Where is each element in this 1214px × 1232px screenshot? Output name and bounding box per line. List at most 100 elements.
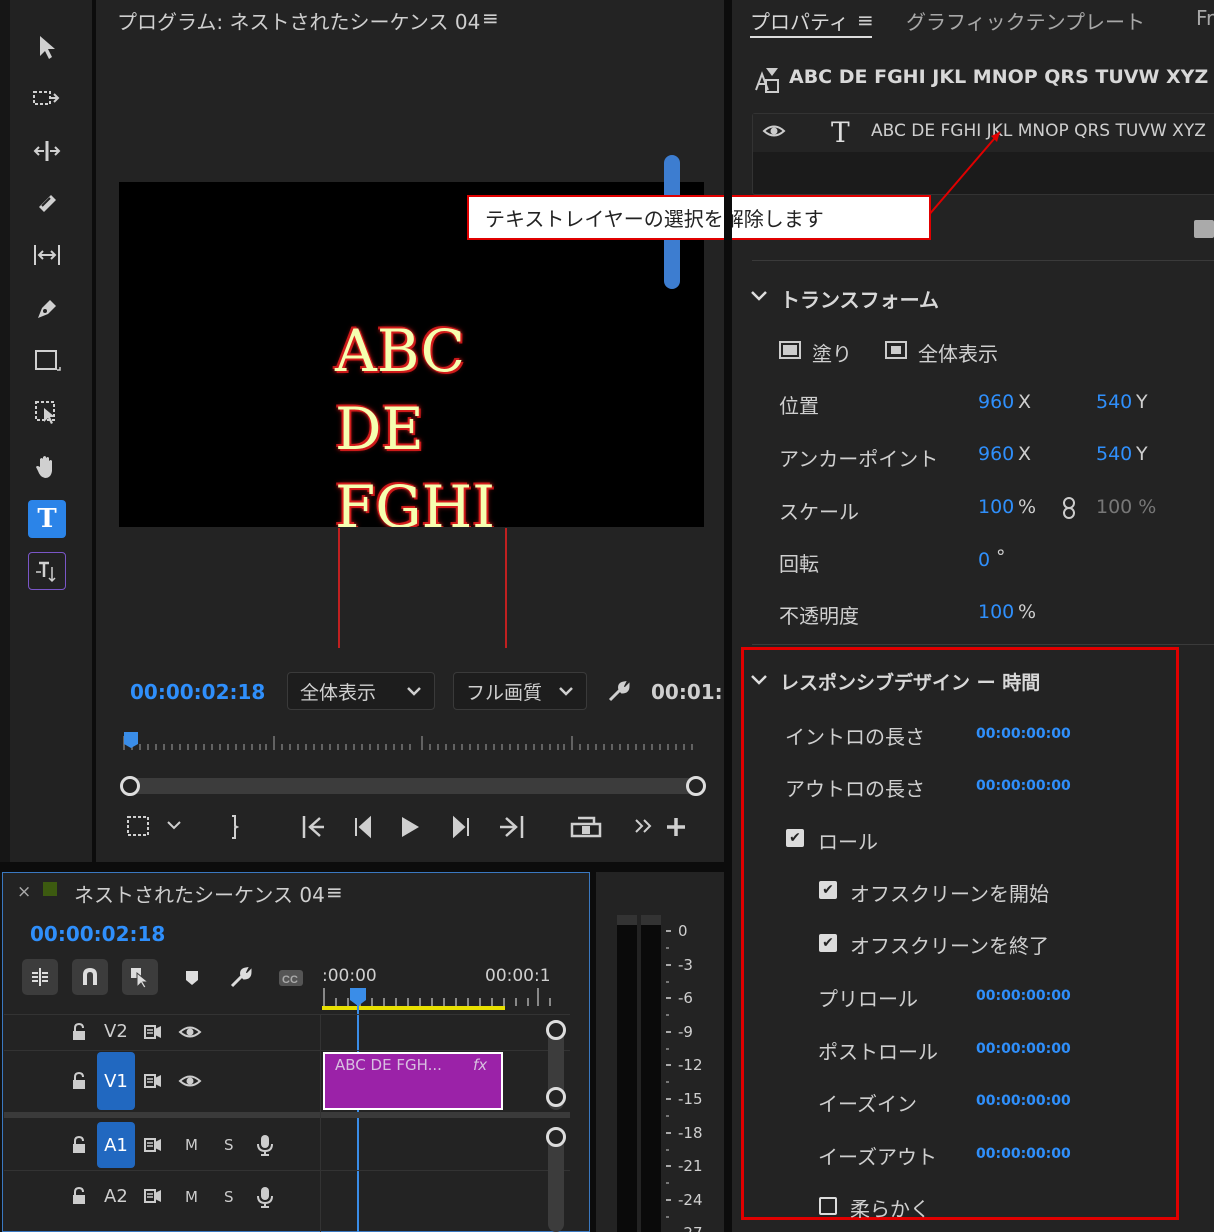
position-y-value[interactable]: 540 [1096,391,1132,413]
sync-lock-icon[interactable] [143,1072,163,1094]
easein-value[interactable]: 00:00:00:00 [976,1093,1071,1109]
scroll-handle[interactable] [546,1020,566,1040]
meter-scale-label: -3 [678,955,693,974]
scale-unit: % [1018,496,1037,518]
razor-tool-icon[interactable] [28,184,66,222]
program-monitor-title[interactable]: プログラム: ネストされたシーケンス 04 [117,6,480,35]
layer-visibility-eye-icon[interactable] [762,122,786,144]
wrench-icon[interactable] [606,680,632,708]
transform-section-title[interactable]: トランスフォーム [780,284,939,313]
offscreen-start-checkbox[interactable]: ✔ [819,881,837,899]
captions-icon[interactable]: CC [278,968,304,992]
meter-channel-right [641,915,661,1232]
snap-magnet-icon[interactable] [72,959,108,995]
sync-lock-icon[interactable] [143,1136,163,1158]
rectangle-tool-icon[interactable] [28,342,66,380]
responsive-section-title[interactable]: レスポンシブデザイン ー 時間 [780,668,1040,695]
playhead-line[interactable] [357,1004,359,1232]
solo-button[interactable]: S [224,1136,234,1154]
fit-button[interactable]: 全体表示 [918,338,998,367]
zoom-handle-left[interactable] [120,776,140,796]
meter-tick [666,1014,669,1017]
postroll-value[interactable]: 00:00:00:00 [976,1041,1071,1057]
outro-value[interactable]: 00:00:00:00 [976,778,1071,794]
position-x-unit: X [1018,391,1032,413]
roll-checkbox[interactable]: ✔ [786,829,804,847]
folder-icon[interactable] [1194,220,1214,238]
preroll-value[interactable]: 00:00:00:00 [976,988,1071,1004]
meter-tick [666,1098,671,1100]
pen-tool-icon[interactable] [28,290,66,328]
intro-value[interactable]: 00:00:00:00 [976,726,1071,742]
add-marker-icon[interactable] [184,968,200,992]
program-menu-icon[interactable]: ≡ [482,6,499,30]
scroll-handle[interactable] [546,1127,566,1147]
vertical-type-tool-icon[interactable] [28,552,66,590]
sync-lock-icon[interactable] [143,1023,163,1045]
lock-icon[interactable] [71,1135,87,1159]
monitor-ruler[interactable] [120,728,700,752]
track-a1-target[interactable]: A1 [97,1122,135,1168]
timeline-title[interactable]: ネストされたシーケンス 04 [74,879,325,908]
scale-value[interactable]: 100 [978,496,1014,518]
ripple-edit-tool-icon[interactable] [28,132,66,170]
scroll-handle[interactable] [546,1087,566,1107]
track-divider [4,1170,570,1171]
meter-tick [666,1182,669,1185]
easeout-value[interactable]: 00:00:00:00 [976,1146,1071,1162]
tab-properties[interactable]: プロパティ [750,6,849,35]
lock-icon[interactable] [71,1186,87,1210]
fit-frame-icon[interactable] [884,340,908,366]
track-v2-label[interactable]: V2 [104,1021,128,1042]
tab-graphics-template[interactable]: グラフィックテンプレート [906,6,1145,35]
opacity-value[interactable]: 100 [978,601,1014,623]
slip-tool-icon[interactable] [28,236,66,274]
tab-more[interactable]: Fr [1196,6,1214,30]
offscreen-end-checkbox[interactable]: ✔ [819,934,837,952]
hand-tool-icon[interactable] [28,448,66,486]
fill-frame-icon[interactable] [778,340,802,366]
lock-icon[interactable] [71,1071,87,1095]
rotation-value[interactable]: 0 [978,549,990,571]
lock-icon[interactable] [71,1022,87,1046]
zoom-handle-right[interactable] [686,776,706,796]
chevron-down-icon[interactable] [750,672,768,692]
timeline-close-button[interactable]: × [17,882,31,902]
anchor-x-unit: X [1018,443,1032,465]
program-timecode[interactable]: 00:00:02:18 [130,680,265,704]
zoom-scroll-bar[interactable] [120,774,706,798]
mute-button[interactable]: M [185,1136,198,1154]
eye-icon[interactable] [178,1072,202,1094]
chevron-down-icon[interactable] [750,288,768,308]
eye-icon[interactable] [178,1023,202,1045]
microphone-icon[interactable] [256,1133,274,1161]
timeline-settings-wrench-icon[interactable] [228,966,254,994]
timeline-clip[interactable]: ABC DE FGH... fx [323,1052,503,1110]
chain-link-icon[interactable] [1062,496,1076,524]
soft-checkbox[interactable] [819,1197,837,1215]
properties-menu-icon[interactable]: ≡ [857,8,874,32]
selection-tool-icon[interactable] [28,28,66,66]
chevron-down-icon [558,681,574,706]
track-v1-target[interactable]: V1 [97,1052,135,1110]
nest-toggle-icon[interactable] [22,959,58,995]
zoom-dropdown[interactable]: 全体表示 [287,672,435,710]
microphone-icon[interactable] [256,1185,274,1213]
mute-button[interactable]: M [185,1188,198,1206]
linked-selection-icon[interactable] [122,959,158,995]
fill-button[interactable]: 塗り [812,338,852,367]
tools-panel-edge [0,0,10,862]
anchor-y-value[interactable]: 540 [1096,443,1132,465]
sync-lock-icon[interactable] [143,1187,163,1209]
timeline-menu-icon[interactable]: ≡ [326,880,343,904]
solo-button[interactable]: S [224,1188,234,1206]
track-a2-label[interactable]: A2 [104,1186,128,1207]
meter-tick [666,1064,671,1067]
anchor-x-value[interactable]: 960 [978,443,1014,465]
position-x-value[interactable]: 960 [978,391,1014,413]
type-tool-icon[interactable]: T [28,500,66,538]
timeline-timecode[interactable]: 00:00:02:18 [30,922,165,946]
transform-select-tool-icon[interactable] [28,394,66,432]
track-select-tool-icon[interactable] [28,80,66,118]
quality-dropdown[interactable]: フル画質 [453,672,587,710]
